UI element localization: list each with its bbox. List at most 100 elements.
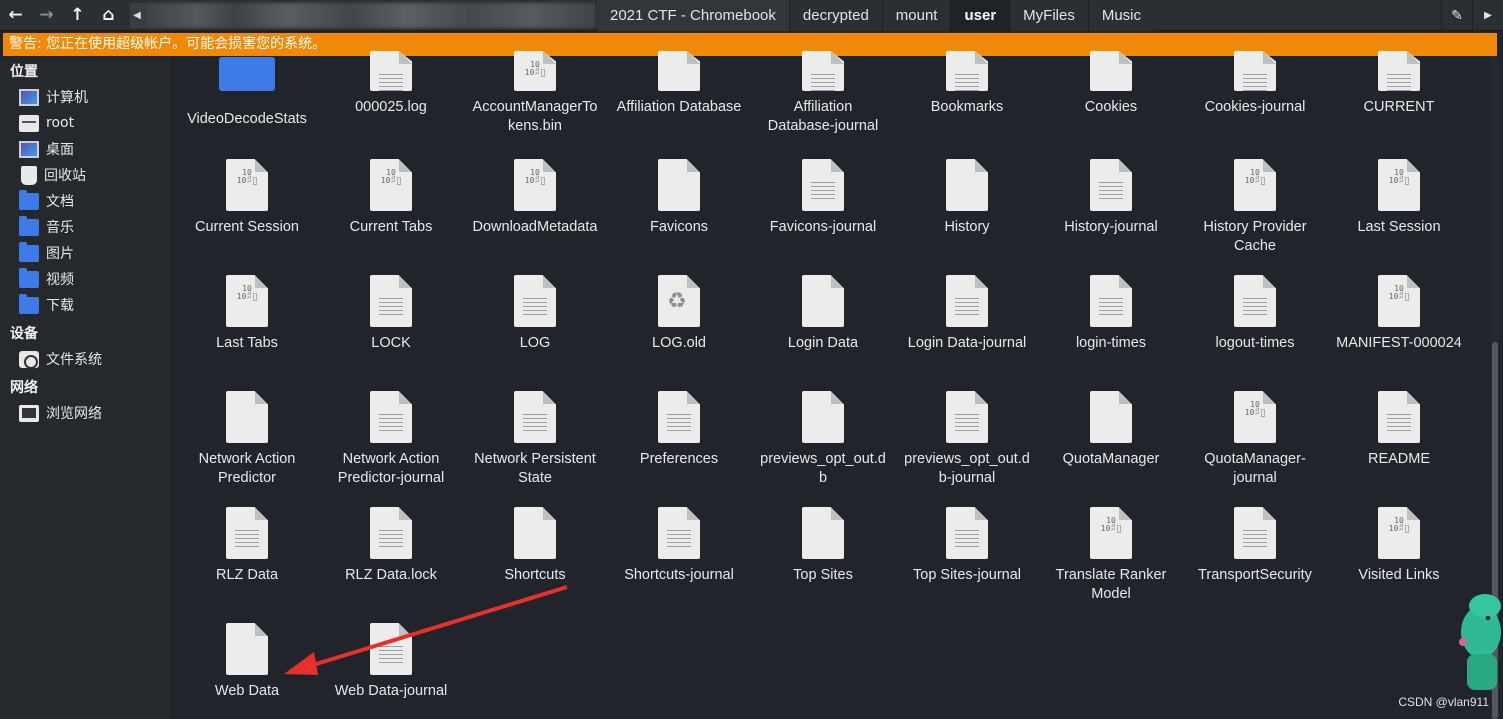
file-item[interactable]: Web Data [175, 623, 319, 701]
file-item[interactable]: Cookies-journal [1183, 51, 1327, 117]
file-item[interactable]: Favicons [607, 159, 751, 237]
file-name: Shortcuts-journal [624, 567, 734, 583]
file-item[interactable]: README [1327, 391, 1471, 469]
breadcrumb-item[interactable]: MyFiles [1009, 0, 1088, 31]
file-item[interactable]: logout-times [1183, 275, 1327, 353]
file-item[interactable]: VideoDecodeStats [175, 51, 319, 129]
file-item[interactable]: Visited Links [1327, 507, 1471, 585]
back-button[interactable]: ← [0, 0, 31, 31]
file-item[interactable]: DownloadMetadata [463, 159, 607, 237]
breadcrumb-item[interactable]: Music [1087, 0, 1155, 31]
sidebar-item[interactable]: root [0, 110, 171, 136]
file-name: Network Action Predictor-journal [337, 451, 445, 486]
edit-path-button[interactable]: ✎ [1441, 0, 1472, 31]
file-item[interactable]: Network Action Predictor-journal [319, 391, 463, 488]
file-item[interactable]: Translate Ranker Model [1039, 507, 1183, 604]
folder-icon [19, 267, 39, 288]
file-item[interactable]: Web Data-journal [319, 623, 463, 701]
up-button[interactable]: ↑ [62, 0, 93, 31]
file-name: README [1367, 451, 1431, 467]
sidebar-section-title: 设备 [10, 326, 38, 342]
file-item[interactable]: History Provider Cache [1183, 159, 1327, 256]
file-name: login-times [1075, 335, 1147, 351]
path-scroll-left-button[interactable]: ◀ [130, 2, 144, 28]
file-icon [802, 507, 844, 559]
sidebar-item[interactable]: 浏览网络 [0, 400, 171, 426]
sidebar-item[interactable]: 文件系统 [0, 346, 171, 372]
path-scroll-right-button[interactable]: ▶ [1472, 0, 1503, 31]
sidebar-item[interactable]: 计算机 [0, 84, 171, 110]
file-item[interactable]: Cookies [1039, 51, 1183, 117]
sidebar-item[interactable]: 文档 [0, 188, 171, 214]
file-item[interactable]: Affiliation Database [607, 51, 751, 117]
sidebar-section-title: 网络 [10, 380, 38, 396]
file-item[interactable]: History-journal [1039, 159, 1183, 237]
file-item[interactable]: QuotaManager [1039, 391, 1183, 469]
breadcrumb-item[interactable]: 2021 CTF - Chromebook [596, 0, 789, 31]
file-name: Cookies [1084, 99, 1138, 115]
folder-icon [219, 57, 275, 91]
file-item[interactable]: QuotaManager- journal [1183, 391, 1327, 488]
file-item[interactable]: Bookmarks [895, 51, 1039, 117]
file-item[interactable]: MANIFEST-000024 [1327, 275, 1471, 353]
file-item[interactable]: AccountManagerTo kens.bin [463, 51, 607, 136]
sidebar-item[interactable]: 回收站 [0, 162, 171, 188]
file-item[interactable]: previews_opt_out.d b [751, 391, 895, 488]
file-name: AccountManagerTo kens.bin [472, 99, 598, 134]
binary-file-icon [514, 159, 556, 211]
file-name: VideoDecodeStats [187, 111, 307, 127]
file-grid: VideoDecodeStats 000025.log AccountManager… [173, 51, 1491, 719]
sidebar-item[interactable]: 桌面 [0, 136, 171, 162]
file-item[interactable]: Current Tabs [319, 159, 463, 237]
file-name: Shortcuts [504, 567, 566, 583]
file-item[interactable]: Top Sites-journal [895, 507, 1039, 585]
text-file-icon [370, 391, 412, 443]
file-item[interactable]: LOG.old [607, 275, 751, 353]
file-item[interactable]: TransportSecurity [1183, 507, 1327, 585]
file-item[interactable]: Shortcuts [463, 507, 607, 585]
text-file-icon [1090, 159, 1132, 211]
file-item[interactable]: History [895, 159, 1039, 237]
binary-file-icon [1378, 507, 1420, 559]
file-item[interactable]: RLZ Data [175, 507, 319, 585]
file-item[interactable]: Shortcuts-journal [607, 507, 751, 585]
home-button[interactable]: ⌂ [93, 0, 124, 31]
home-icon: ⌂ [102, 5, 115, 25]
file-name: DownloadMetadata [472, 219, 598, 235]
file-item[interactable]: Affiliation Database-journal [751, 51, 895, 136]
sidebar-item[interactable]: 视频 [0, 266, 171, 292]
file-icon [802, 275, 844, 327]
file-item[interactable]: Preferences [607, 391, 751, 469]
forward-button[interactable]: → [31, 0, 62, 31]
file-item[interactable]: LOCK [319, 275, 463, 353]
file-name: CURRENT [1363, 99, 1435, 115]
file-icon [226, 623, 268, 675]
chevron-left-icon: ◀ [133, 9, 141, 21]
text-file-icon [1378, 391, 1420, 443]
sidebar-item-label: 下载 [46, 298, 74, 314]
sidebar-item[interactable]: 下载 [0, 292, 171, 318]
file-item[interactable]: RLZ Data.lock [319, 507, 463, 585]
file-item[interactable]: previews_opt_out.d b-journal [895, 391, 1039, 488]
file-item[interactable]: Network Persistent State [463, 391, 607, 488]
binary-file-icon [226, 159, 268, 211]
file-item[interactable]: Login Data [751, 275, 895, 353]
breadcrumb-item[interactable]: decrypted [788, 0, 882, 31]
file-item[interactable]: CURRENT [1327, 51, 1471, 117]
breadcrumb-item[interactable]: user [950, 0, 1010, 31]
file-item[interactable]: Favicons-journal [751, 159, 895, 237]
file-name: MANIFEST-000024 [1336, 335, 1462, 351]
sidebar-item[interactable]: 音乐 [0, 214, 171, 240]
file-item[interactable]: Network Action Predictor [175, 391, 319, 488]
file-item[interactable]: 000025.log [319, 51, 463, 117]
file-item[interactable]: Last Tabs [175, 275, 319, 353]
breadcrumb-item[interactable]: mount [881, 0, 951, 31]
file-item[interactable]: Login Data-journal [895, 275, 1039, 353]
sidebar-item[interactable]: 图片 [0, 240, 171, 266]
file-item[interactable]: LOG [463, 275, 607, 353]
file-item[interactable]: Last Session [1327, 159, 1471, 237]
file-item[interactable]: login-times [1039, 275, 1183, 353]
text-file-icon [370, 623, 412, 675]
file-item[interactable]: Current Session [175, 159, 319, 237]
file-item[interactable]: Top Sites [751, 507, 895, 585]
